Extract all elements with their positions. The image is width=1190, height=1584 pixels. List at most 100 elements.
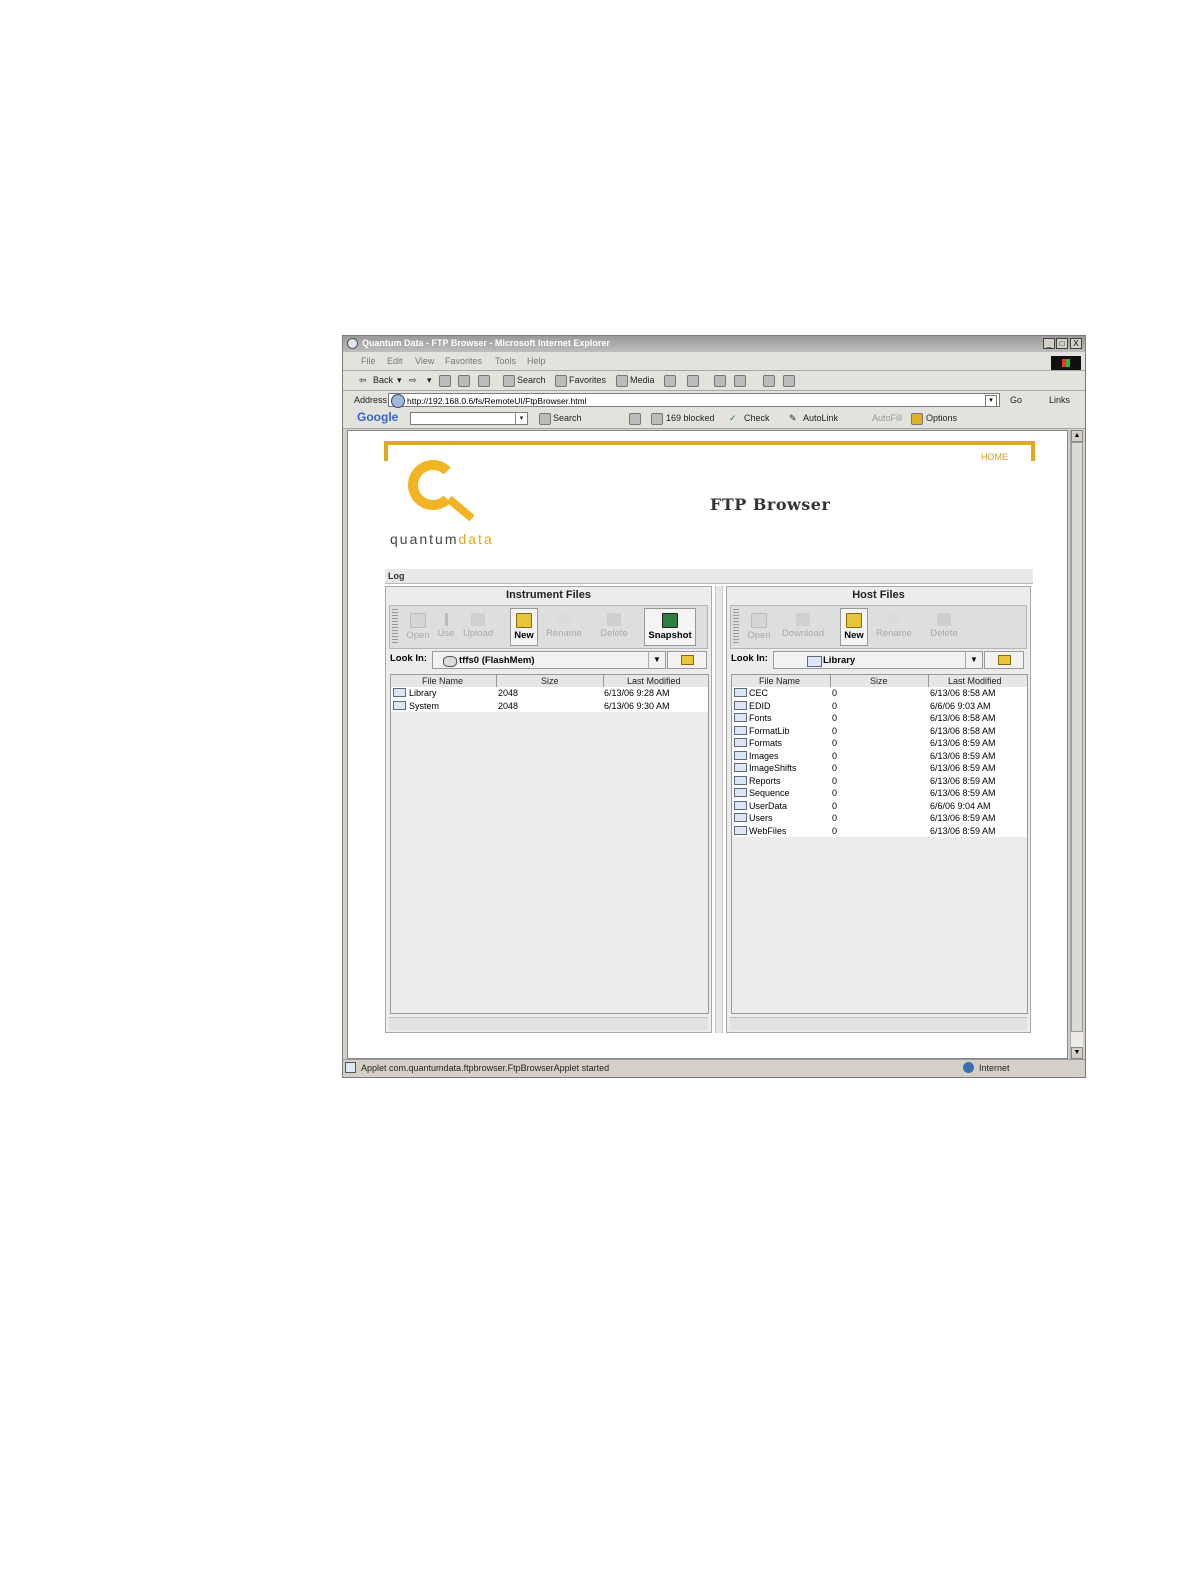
host-look-in-select[interactable]: Library ▼ <box>773 651 983 669</box>
close-button[interactable]: X <box>1070 338 1082 349</box>
favorites-icon[interactable] <box>555 375 567 387</box>
instrument-new-button[interactable]: New <box>510 608 538 646</box>
chevron-down-icon[interactable]: ▼ <box>648 652 665 668</box>
dropdown-icon[interactable]: ▾ <box>397 375 402 386</box>
menu-help[interactable]: Help <box>527 356 546 366</box>
google-dropdown-icon[interactable]: ▾ <box>515 413 527 424</box>
google-search-button[interactable]: Search <box>553 413 582 423</box>
instrument-look-in-select[interactable]: tffs0 (FlashMem) ▼ <box>432 651 666 669</box>
instrument-delete-button[interactable]: Delete <box>596 608 632 646</box>
popup-blocker-icon[interactable] <box>629 413 641 425</box>
spellcheck-icon[interactable]: ✓ <box>729 413 737 424</box>
google-search-icon[interactable] <box>539 413 551 425</box>
favorites-button[interactable]: Favorites <box>569 375 606 385</box>
column-size[interactable]: Size <box>870 676 888 686</box>
table-row[interactable]: Fonts 0 6/13/06 8:58 AM <box>732 712 1027 725</box>
search-icon[interactable] <box>503 375 515 387</box>
print-icon[interactable] <box>714 375 726 387</box>
menu-view[interactable]: View <box>415 356 434 366</box>
table-row[interactable]: CEC 0 6/13/06 8:58 AM <box>732 687 1027 700</box>
word-icon[interactable] <box>734 375 746 387</box>
back-button[interactable]: Back <box>373 375 393 385</box>
autolink-icon[interactable]: ✎ <box>789 413 797 424</box>
menu-tools[interactable]: Tools <box>495 356 516 366</box>
dropdown-icon[interactable]: ▾ <box>427 375 432 386</box>
address-url[interactable]: http://192.168.0.6/fs/RemoteUI/FtpBrowse… <box>407 396 587 406</box>
table-row[interactable]: WebFiles 0 6/13/06 8:59 AM <box>732 825 1027 838</box>
log-bar[interactable]: Log <box>385 569 1033 584</box>
forward-arrow-icon[interactable]: ⇨ <box>409 375 417 386</box>
scroll-up-icon[interactable]: ▲ <box>1071 430 1083 442</box>
instrument-rename-button[interactable]: Rename <box>542 608 586 646</box>
menu-edit[interactable]: Edit <box>387 356 403 366</box>
table-row[interactable]: EDID 0 6/6/06 9:03 AM <box>732 700 1027 713</box>
column-file-name[interactable]: File Name <box>759 676 800 686</box>
host-download-button[interactable]: Download <box>778 608 828 646</box>
instrument-snapshot-button[interactable]: Snapshot <box>644 608 696 646</box>
instrument-upload-button[interactable]: Upload <box>460 608 496 646</box>
column-last-modified[interactable]: Last Modified <box>948 676 1002 686</box>
chevron-down-icon[interactable]: ▼ <box>965 652 982 668</box>
stop-icon[interactable] <box>439 375 451 387</box>
options-button[interactable]: Options <box>926 413 957 423</box>
check-button[interactable]: Check <box>744 413 770 423</box>
page-scrollbar[interactable]: ▲ ▼ <box>1070 430 1083 1059</box>
messenger-icon[interactable] <box>783 375 795 387</box>
google-logo[interactable]: Google <box>357 410 398 424</box>
history-icon[interactable] <box>664 375 676 387</box>
host-new-button[interactable]: New <box>840 608 868 646</box>
search-button[interactable]: Search <box>517 375 546 385</box>
file-name-cell: Reports <box>749 775 781 786</box>
windows-logo-icon <box>1051 356 1081 370</box>
column-last-modified[interactable]: Last Modified <box>627 676 681 686</box>
host-rename-button[interactable]: Rename <box>872 608 916 646</box>
home-link[interactable]: HOME <box>981 452 1008 462</box>
discuss-icon[interactable] <box>763 375 775 387</box>
popups-blocked[interactable]: 169 blocked <box>666 413 715 423</box>
split-pane-divider[interactable] <box>715 586 723 1033</box>
autolink-button[interactable]: AutoLink <box>803 413 838 423</box>
host-delete-button[interactable]: Delete <box>926 608 962 646</box>
toolbar-grip[interactable] <box>392 609 398 645</box>
instrument-use-button[interactable]: Use <box>436 608 456 646</box>
address-input[interactable]: http://192.168.0.6/fs/RemoteUI/FtpBrowse… <box>388 393 1000 408</box>
table-row[interactable]: FormatLib 0 6/13/06 8:58 AM <box>732 725 1027 738</box>
links-button[interactable]: Links <box>1049 395 1070 405</box>
instrument-open-button[interactable]: Open <box>403 608 433 646</box>
toolbar-grip[interactable] <box>733 609 739 645</box>
menu-file[interactable]: File <box>361 356 376 366</box>
instrument-up-folder-button[interactable] <box>667 651 707 669</box>
table-row[interactable]: ImageShifts 0 6/13/06 8:59 AM <box>732 762 1027 775</box>
table-row[interactable]: Images 0 6/13/06 8:59 AM <box>732 750 1027 763</box>
autofill-button[interactable]: AutoFill <box>872 413 902 423</box>
back-arrow-icon[interactable]: ⇦ <box>359 375 367 386</box>
column-file-name[interactable]: File Name <box>422 676 463 686</box>
rename-icon <box>887 613 901 626</box>
media-icon[interactable] <box>616 375 628 387</box>
mail-icon[interactable] <box>687 375 699 387</box>
table-row[interactable]: Sequence 0 6/13/06 8:59 AM <box>732 787 1027 800</box>
table-row[interactable]: Library 2048 6/13/06 9:28 AM <box>391 687 708 700</box>
refresh-icon[interactable] <box>458 375 470 387</box>
options-icon[interactable] <box>911 413 923 425</box>
table-row[interactable]: UserData 0 6/6/06 9:04 AM <box>732 800 1027 813</box>
table-row[interactable]: Reports 0 6/13/06 8:59 AM <box>732 775 1027 788</box>
host-open-button[interactable]: Open <box>744 608 774 646</box>
column-size[interactable]: Size <box>541 676 559 686</box>
table-row[interactable]: System 2048 6/13/06 9:30 AM <box>391 700 708 713</box>
folder-icon <box>734 788 747 797</box>
media-button[interactable]: Media <box>630 375 655 385</box>
scroll-down-icon[interactable]: ▼ <box>1071 1047 1083 1059</box>
go-button[interactable]: Go <box>1010 395 1022 405</box>
scroll-thumb[interactable] <box>1071 442 1083 1032</box>
maximize-button[interactable]: □ <box>1056 338 1068 349</box>
minimize-button[interactable]: _ <box>1043 338 1055 349</box>
home-icon[interactable] <box>478 375 490 387</box>
address-bar: Address http://192.168.0.6/fs/RemoteUI/F… <box>343 391 1085 410</box>
address-dropdown-icon[interactable]: ▾ <box>985 395 997 407</box>
table-row[interactable]: Formats 0 6/13/06 8:59 AM <box>732 737 1027 750</box>
table-row[interactable]: Users 0 6/13/06 8:59 AM <box>732 812 1027 825</box>
host-up-folder-button[interactable] <box>984 651 1024 669</box>
google-search-input[interactable]: ▾ <box>410 412 528 425</box>
menu-favorites[interactable]: Favorites <box>445 356 482 366</box>
